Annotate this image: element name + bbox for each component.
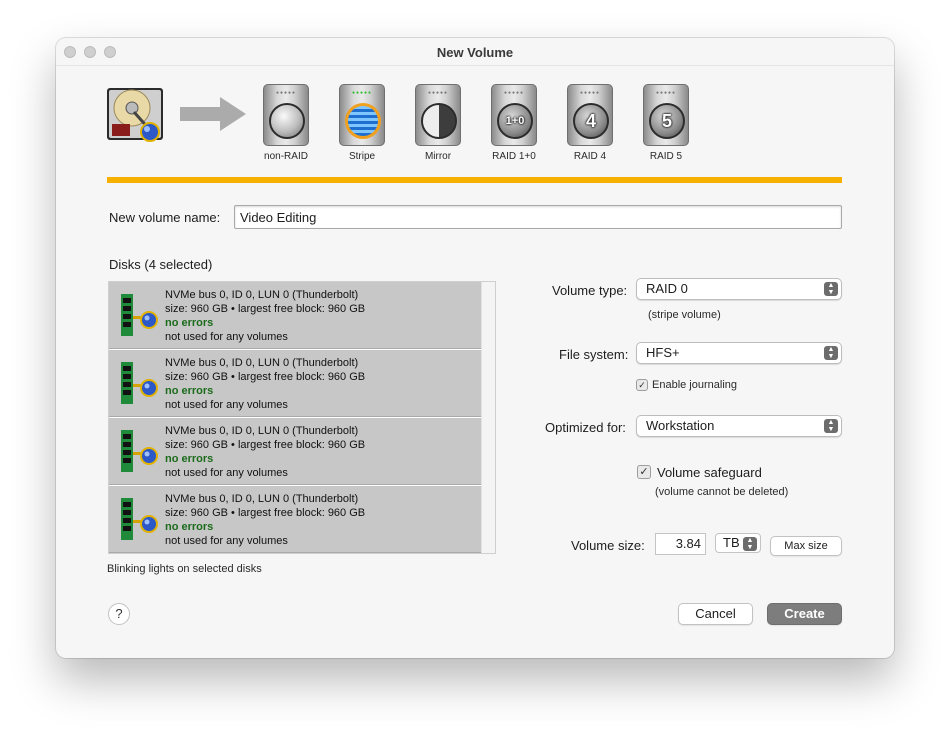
disk-size: size: 960 GB • largest free block: 960 G… bbox=[165, 371, 366, 383]
raid-option-raid-1-0[interactable]: ●●●●● 1+0 RAID 1+0 bbox=[484, 84, 544, 162]
disk-status: no errors bbox=[165, 317, 214, 329]
volume-name-input[interactable] bbox=[234, 205, 842, 229]
raid-option-raid-5[interactable]: ●●●●● 5 RAID 5 bbox=[636, 84, 696, 162]
disk-name: NVMe bus 0, ID 0, LUN 0 (Thunderbolt) bbox=[165, 357, 359, 369]
nvme-disk-icon bbox=[121, 498, 158, 540]
window-title: New Volume bbox=[436, 45, 514, 60]
cancel-button[interactable]: Cancel bbox=[678, 603, 753, 625]
volume-name-label: New volume name: bbox=[109, 210, 221, 225]
nvme-disk-icon bbox=[121, 362, 158, 404]
optimized-for-popup[interactable]: Workstation ▲ ▼ bbox=[636, 415, 842, 437]
raid-option-label: Mirror bbox=[424, 151, 452, 162]
disk-usage: not used for any volumes bbox=[165, 331, 288, 343]
raid-option-raid-4[interactable]: ●●●●● 4 RAID 4 bbox=[560, 84, 620, 162]
disk-info: NVMe bus 0, ID 0, LUN 0 (Thunderbolt) si… bbox=[165, 356, 365, 412]
raid-option-non-raid[interactable]: ●●●●● non-RAID bbox=[256, 84, 316, 162]
raid-option-label: non-RAID bbox=[264, 151, 308, 162]
disk-info: NVMe bus 0, ID 0, LUN 0 (Thunderbolt) si… bbox=[165, 288, 365, 344]
file-system-value: HFS+ bbox=[646, 345, 680, 360]
raid-box: ●●●●● 5 bbox=[643, 84, 689, 146]
raid-option-label: RAID 1+0 bbox=[492, 151, 536, 162]
accent-divider bbox=[107, 177, 842, 183]
volume-type-note: (stripe volume) bbox=[648, 309, 721, 321]
mirror-disc-icon bbox=[421, 103, 457, 139]
raid-option-label: RAID 5 bbox=[649, 151, 683, 162]
disk-size: size: 960 GB • largest free block: 960 G… bbox=[165, 303, 366, 315]
create-button[interactable]: Create bbox=[767, 603, 842, 625]
led-indicators: ●●●●● bbox=[655, 90, 677, 96]
raid-box: ●●●●● bbox=[339, 84, 385, 146]
led-indicators: ●●●●● bbox=[427, 90, 449, 96]
journaling-label: Enable journaling bbox=[652, 379, 738, 391]
volume-size-unit-popup[interactable]: TB ▲ ▼ bbox=[715, 533, 761, 553]
disk-info: NVMe bus 0, ID 0, LUN 0 (Thunderbolt) si… bbox=[165, 424, 365, 480]
disk-name: NVMe bus 0, ID 0, LUN 0 (Thunderbolt) bbox=[165, 493, 359, 505]
disk-info: NVMe bus 0, ID 0, LUN 0 (Thunderbolt) si… bbox=[165, 492, 365, 548]
checkmark-icon: ✓ bbox=[638, 380, 646, 390]
hard-drive-icon bbox=[107, 88, 163, 142]
disk-row[interactable]: NVMe bus 0, ID 0, LUN 0 (Thunderbolt) si… bbox=[109, 350, 481, 417]
volume-safeguard-label: Volume safeguard bbox=[657, 465, 762, 480]
raid-box: ●●●●● 4 bbox=[567, 84, 613, 146]
raid-option-label: Stripe bbox=[348, 151, 376, 162]
raid-option-stripe[interactable]: ●●●●● Stripe bbox=[332, 84, 392, 162]
raid-option-mirror[interactable]: ●●●●● Mirror bbox=[408, 84, 468, 162]
led-indicators: ●●●●● bbox=[579, 90, 601, 96]
max-size-button[interactable]: Max size bbox=[770, 536, 842, 556]
volume-type-value: RAID 0 bbox=[646, 281, 688, 296]
blinking-lights-note: Blinking lights on selected disks bbox=[107, 563, 262, 575]
title-bar: New Volume bbox=[56, 38, 894, 66]
help-button[interactable]: ? bbox=[108, 603, 130, 625]
disk-size: size: 960 GB • largest free block: 960 G… bbox=[165, 439, 366, 451]
raid-option-label: RAID 4 bbox=[573, 151, 607, 162]
disk-name: NVMe bus 0, ID 0, LUN 0 (Thunderbolt) bbox=[165, 425, 359, 437]
nvme-disk-icon bbox=[121, 430, 158, 472]
raid-4-disc-icon: 4 bbox=[573, 103, 609, 139]
disc-icon bbox=[269, 103, 305, 139]
raid-box: ●●●●● 1+0 bbox=[491, 84, 537, 146]
led-indicators: ●●●●● bbox=[503, 90, 525, 96]
chevron-updown-icon: ▲ ▼ bbox=[824, 346, 838, 360]
volume-type-label: Volume type: bbox=[552, 283, 628, 298]
chevron-updown-icon: ▲ ▼ bbox=[824, 282, 838, 296]
disk-usage: not used for any volumes bbox=[165, 535, 288, 547]
raid-box: ●●●●● bbox=[415, 84, 461, 146]
raid-box: ●●●●● bbox=[263, 84, 309, 146]
disk-list[interactable]: NVMe bus 0, ID 0, LUN 0 (Thunderbolt) si… bbox=[108, 281, 496, 554]
optimized-for-label: Optimized for: bbox=[545, 420, 626, 435]
checkmark-icon: ✓ bbox=[639, 466, 649, 478]
volume-size-input[interactable]: 3.84 bbox=[655, 533, 706, 555]
arrow-right-icon bbox=[180, 97, 246, 131]
raid-10-disc-icon: 1+0 bbox=[497, 103, 533, 139]
nvme-disk-icon bbox=[121, 294, 158, 336]
volume-type-popup[interactable]: RAID 0 ▲ ▼ bbox=[636, 278, 842, 300]
stripe-disc-icon bbox=[345, 103, 381, 139]
chevron-updown-icon: ▲ ▼ bbox=[824, 419, 838, 433]
disk-name: NVMe bus 0, ID 0, LUN 0 (Thunderbolt) bbox=[165, 289, 359, 301]
volume-size-label: Volume size: bbox=[571, 538, 645, 553]
raid-5-disc-icon: 5 bbox=[649, 103, 685, 139]
disk-status: no errors bbox=[165, 521, 214, 533]
disk-row[interactable]: NVMe bus 0, ID 0, LUN 0 (Thunderbolt) si… bbox=[109, 486, 481, 553]
unit-value: TB bbox=[723, 535, 740, 550]
disk-size: size: 960 GB • largest free block: 960 G… bbox=[165, 507, 366, 519]
volume-safeguard-checkbox[interactable]: ✓ bbox=[637, 465, 651, 479]
disk-list-scrollbar[interactable] bbox=[481, 282, 495, 553]
disk-usage: not used for any volumes bbox=[165, 399, 288, 411]
led-indicators: ●●●●● bbox=[275, 90, 297, 96]
disks-header: Disks (4 selected) bbox=[109, 257, 213, 272]
volume-safeguard-note: (volume cannot be deleted) bbox=[655, 486, 789, 498]
file-system-label: File system: bbox=[559, 347, 629, 362]
disk-status: no errors bbox=[165, 385, 214, 397]
disk-row[interactable]: NVMe bus 0, ID 0, LUN 0 (Thunderbolt) si… bbox=[109, 418, 481, 485]
led-indicators: ●●●●● bbox=[351, 90, 373, 96]
disk-status: no errors bbox=[165, 453, 214, 465]
file-system-popup[interactable]: HFS+ ▲ ▼ bbox=[636, 342, 842, 364]
chevron-updown-icon: ▲ ▼ bbox=[743, 537, 757, 551]
disk-row[interactable]: NVMe bus 0, ID 0, LUN 0 (Thunderbolt) si… bbox=[109, 282, 481, 349]
optimized-for-value: Workstation bbox=[646, 418, 715, 433]
new-volume-window: New Volume ●●●●● non-RAID ●●●●● Stripe ●… bbox=[56, 38, 894, 658]
disk-usage: not used for any volumes bbox=[165, 467, 288, 479]
journaling-checkbox[interactable]: ✓ bbox=[636, 379, 648, 391]
